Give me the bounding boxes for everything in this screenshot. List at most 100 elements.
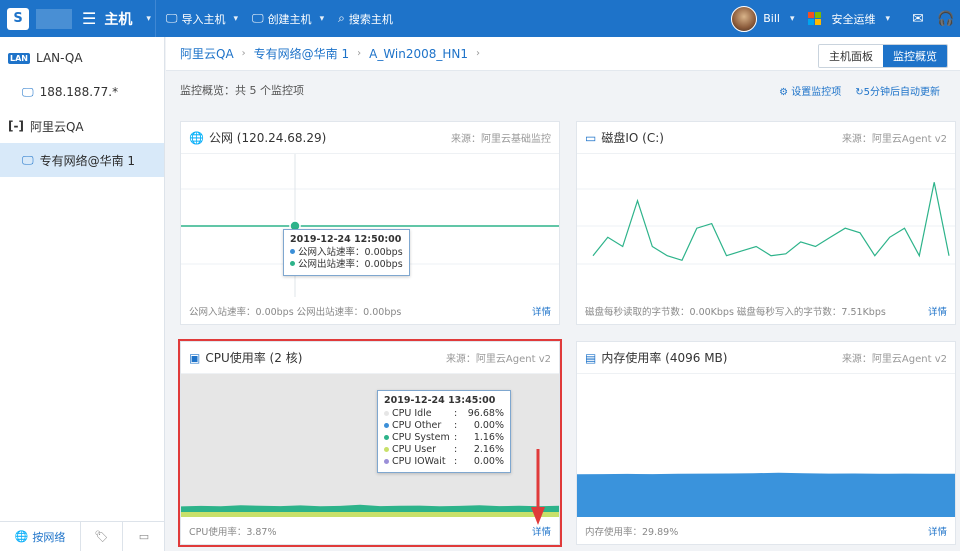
create-host-label: 创建主机: [267, 12, 312, 26]
folder-icon: ▭: [138, 530, 150, 543]
sidebar-item-subnet[interactable]: 🖵 188.188.77.*: [0, 75, 164, 109]
breadcrumb-item[interactable]: 阿里云QA: [180, 45, 234, 62]
details-link[interactable]: 详情: [928, 524, 947, 538]
menu-icon[interactable]: ☰: [82, 9, 96, 28]
breadcrumb: 阿里云QA › 专有网络@华南 1 › A_Win2008_HN1 › 主机面板…: [166, 37, 960, 71]
card-memory-usage: ▤ 内存使用率 (4096 MB) 来源：阿里云Agent v2 内存使用率：2…: [576, 341, 956, 545]
sidebar-item-label: 阿里云QA: [29, 119, 84, 134]
memory-usage-area: [577, 472, 955, 517]
module-title: 主机: [104, 11, 133, 28]
tooltip-row: 公网入站速率：0.00bps: [290, 247, 403, 259]
monitor-icon: 🖵: [22, 152, 34, 167]
message-icon[interactable]: ✉: [904, 11, 932, 27]
chevron-down-icon: ▾: [789, 13, 795, 24]
headset-icon[interactable]: 🎧: [932, 11, 960, 27]
chevron-down-icon: ▾: [233, 13, 238, 24]
monitor-create-icon: 🖵: [251, 11, 264, 25]
aliyun-icon: [-]: [8, 119, 24, 133]
monitor-overview-button[interactable]: 监控概览: [883, 45, 947, 67]
tooltip-row: 公网出站速率：0.00bps: [290, 259, 403, 271]
logo[interactable]: S: [0, 0, 36, 37]
memory-usage-chart[interactable]: [577, 374, 955, 517]
globe-icon: 🌐: [14, 530, 29, 543]
top-bar: S ☰ 主机 ▾ 🖵 导入主机 ▾ 🖵 创建主机 ▾ ⌕ 搜索主机 Bill ▾…: [0, 0, 960, 37]
disk-icon: ▭: [585, 130, 597, 145]
search-host-button[interactable]: ⌕ 搜索主机: [338, 11, 393, 27]
search-host-icon: ⌕: [338, 11, 345, 25]
details-link[interactable]: 详情: [532, 304, 551, 318]
series-line: [592, 182, 950, 262]
lan-icon: LAN: [8, 52, 30, 64]
logo-mark: S: [7, 7, 29, 30]
card-footer: 公网入站速率：0.00bps 公网出站速率：0.00bps 详情: [189, 304, 551, 318]
sidebar-item-label: LAN-QA: [35, 51, 83, 65]
card-header: ▤ 内存使用率 (4096 MB) 来源：阿里云Agent v2: [577, 342, 955, 374]
tooltip-row-label: 公网入站速率：0.00bps: [298, 247, 403, 258]
card-title: 磁盘IO (C:): [601, 131, 664, 145]
card-source: 来源：阿里云基础监控: [451, 134, 551, 145]
gear-icon: ⚙: [779, 87, 789, 98]
summary-text: 监控概览：共 5 个监控项: [180, 84, 304, 97]
host-panel-button[interactable]: 主机面板: [819, 45, 883, 67]
create-host-button[interactable]: 🖵 创建主机 ▾: [252, 11, 324, 27]
auto-refresh-link[interactable]: ↻5分钟后自动更新: [855, 83, 940, 98]
tooltip-time: 2019-12-24 12:50:00: [290, 234, 402, 245]
sidebar-item-aliyun-qa[interactable]: [-] 阿里云QA: [0, 109, 164, 143]
details-link[interactable]: 详情: [928, 304, 947, 318]
chevron-down-icon: ▾: [319, 13, 325, 24]
card-header: ▭ 磁盘IO (C:) 来源：阿里云Agent v2: [577, 122, 955, 154]
refresh-label: 5分钟后自动更新: [863, 87, 940, 98]
tab-label: 按网络: [32, 530, 66, 544]
card-source: 来源：阿里云Agent v2: [841, 134, 947, 145]
card-footer: 磁盘每秒读取的字节数：0.00Kbps 磁盘每秒写入的字节数：7.51Kbps …: [585, 304, 947, 318]
card-footer-text: 公网入站速率：0.00bps 公网出站速率：0.00bps: [189, 307, 402, 318]
breadcrumb-item[interactable]: 专有网络@华南 1: [254, 45, 349, 62]
sidebar-item-label: 专有网络@华南 1: [39, 153, 136, 168]
sidebar-tabs: 🌐 按网络 🏷 ▭: [0, 521, 165, 551]
tab-by-network[interactable]: 🌐 按网络: [0, 522, 81, 551]
card-disk-io: ▭ 磁盘IO (C:) 来源：阿里云Agent v2 磁盘每秒读取的字节数：0.…: [576, 121, 956, 325]
product-name-blurred: [36, 8, 72, 29]
chevron-down-icon: ▾: [885, 13, 890, 24]
memory-icon: ▤: [585, 350, 597, 365]
settings-label: 设置监控项: [791, 87, 842, 98]
chevron-right-icon: ›: [476, 48, 481, 59]
tooltip-row-label: 公网出站速率：0.00bps: [298, 259, 403, 270]
settings-link[interactable]: ⚙ 设置监控项: [779, 83, 841, 98]
summary-bar: 监控概览：共 5 个监控项 ⚙ 设置监控项 ↻5分钟后自动更新: [166, 71, 960, 109]
tag-icon: 🏷: [94, 530, 109, 543]
card-title: 内存使用率 (4096 MB): [601, 351, 728, 365]
tab-folders[interactable]: ▭: [123, 522, 165, 551]
tab-tags[interactable]: 🏷: [81, 522, 123, 551]
card-header: 🌐 公网 (120.24.68.29) 来源：阿里云基础监控: [181, 122, 559, 154]
chart-tooltip: 2019-12-24 12:50:00 公网入站速率：0.00bps 公网出站速…: [283, 229, 410, 276]
import-host-button[interactable]: 🖵 导入主机 ▾: [166, 11, 238, 27]
windows-icon: [808, 12, 822, 25]
legend-dot: [290, 249, 295, 254]
card-footer: 内存使用率：29.89% 详情: [585, 524, 947, 538]
chevron-right-icon: ›: [241, 48, 246, 59]
disk-io-chart[interactable]: [577, 154, 955, 297]
sidebar-item-label: 188.188.77.*: [39, 85, 119, 99]
product-switcher[interactable]: 安全运维 ▾: [808, 11, 890, 27]
sidebar: LAN LAN-QA 🖵 188.188.77.* [-] 阿里云QA 🖵 专有…: [0, 37, 165, 551]
divider: [154, 0, 156, 37]
chevron-right-icon: ›: [357, 48, 362, 59]
user-menu[interactable]: Bill ▾: [731, 5, 795, 32]
arrow-head: [531, 507, 545, 525]
user-name: Bill: [763, 12, 780, 25]
sidebar-item-lan-qa[interactable]: LAN LAN-QA: [0, 41, 164, 75]
refresh-icon: ↻: [855, 87, 864, 98]
arrow-annotation: [531, 449, 545, 525]
sidebar-item-vpc[interactable]: 🖵 专有网络@华南 1: [0, 143, 164, 177]
product-label: 安全运维: [831, 12, 876, 26]
card-footer-text: 磁盘每秒读取的字节数：0.00Kbps 磁盘每秒写入的字节数：7.51Kbps: [585, 307, 886, 318]
breadcrumb-item[interactable]: A_Win2008_HN1: [369, 47, 468, 61]
chevron-down-icon[interactable]: ▾: [146, 14, 151, 24]
monitor-plus-icon: 🖵: [165, 11, 178, 25]
card-source: 来源：阿里云Agent v2: [841, 354, 947, 365]
main-content: 阿里云QA › 专有网络@华南 1 › A_Win2008_HN1 › 主机面板…: [166, 37, 960, 551]
monitor-icon: 🖵: [22, 84, 34, 99]
card-footer-text: 内存使用率：29.89%: [585, 527, 679, 538]
import-host-label: 导入主机: [181, 12, 226, 26]
